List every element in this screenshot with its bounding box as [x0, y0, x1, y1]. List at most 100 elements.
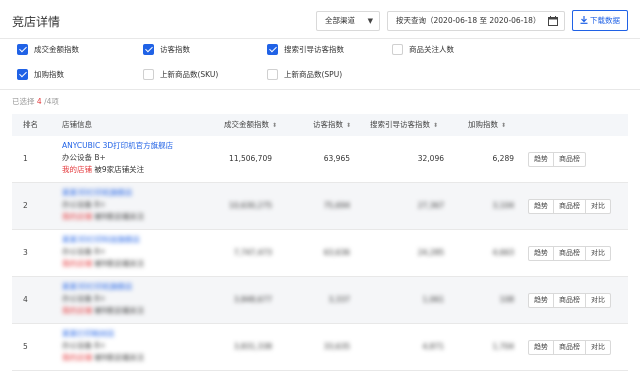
- col-cart-index[interactable]: 加购指数 ⬍: [468, 114, 506, 136]
- download-icon: [580, 16, 588, 24]
- table-row: 4 某某3D打印机旗舰店 办公设备 B+ 我的店铺 被9家店铺关注 3,848,…: [12, 277, 628, 324]
- metric-option-label: 商品关注人数: [409, 45, 454, 54]
- cart-index-cell: 4,663: [492, 248, 514, 257]
- caret-down-icon: ▼: [367, 17, 373, 25]
- visitor-index-cell: 63,965: [323, 154, 350, 163]
- compare-button[interactable]: 对比: [586, 200, 610, 213]
- trend-button[interactable]: 趋势: [529, 294, 554, 307]
- compare-button[interactable]: 对比: [586, 341, 610, 354]
- trend-button[interactable]: 趋势: [529, 200, 554, 213]
- sort-icon[interactable]: ⬍: [433, 122, 438, 129]
- checkbox-unchecked-icon[interactable]: [392, 44, 403, 55]
- visitor-index-cell: 75,694: [323, 201, 350, 210]
- search-visitor-index-cell: 4,871: [422, 342, 444, 351]
- checkbox-checked-icon[interactable]: [17, 69, 28, 80]
- search-visitor-index-cell: 32,096: [417, 154, 444, 163]
- checkbox-unchecked-icon[interactable]: [143, 69, 154, 80]
- row-actions: 趋势 商品榜 对比: [528, 293, 611, 308]
- date-range-value: 按天查询（2020-06-18 至 2020-06-18）: [396, 16, 541, 25]
- download-button-label: 下载数据: [590, 16, 620, 25]
- shop-follow-info: 我的店铺 被9家店铺关注: [62, 259, 145, 268]
- product-rank-button[interactable]: 商品榜: [554, 341, 586, 354]
- table-row: 2 某某3D打印机旗舰店 办公设备 B+ 我的店铺 被9家店铺关注 10,630…: [12, 183, 628, 230]
- shop-follow-info: 我的店铺 被9家店铺关注: [62, 353, 145, 362]
- visitor-index-cell: 33,635: [323, 342, 350, 351]
- row-actions: 趋势 商品榜 对比: [528, 246, 611, 261]
- table-row: 5 某某打印耗材店 办公设备 B+ 我的店铺 被9家店铺关注 3,831,338…: [12, 324, 628, 371]
- table-row: 3 某某3D打印科技旗舰店 办公设备 B+ 我的店铺 被9家店铺关注 7,747…: [12, 230, 628, 277]
- metric-option-label: 加购指数: [34, 70, 64, 79]
- cart-index-cell: 1,704: [492, 342, 514, 351]
- page-title: 竞店详情: [12, 15, 61, 29]
- col-visitor-index[interactable]: 访客指数 ⬍: [313, 114, 351, 136]
- shop-name-link[interactable]: ANYCUBIC 3D打印机官方旗舰店: [62, 140, 173, 151]
- shop-category: 办公设备 B+: [62, 294, 106, 303]
- calendar-icon: [548, 16, 558, 26]
- shop-category: 办公设备 B+: [62, 341, 106, 350]
- search-visitor-index-cell: 1,061: [422, 295, 444, 304]
- search-visitor-index-cell: 24,285: [417, 248, 444, 257]
- cart-index-cell: 6,289: [492, 154, 514, 163]
- col-rank: 排名: [23, 120, 38, 129]
- product-rank-button[interactable]: 商品榜: [554, 294, 586, 307]
- col-sales-index[interactable]: 成交金额指数 ⬍: [224, 114, 277, 136]
- metric-option-label: 上新商品数(SKU): [160, 70, 219, 79]
- shop-category: 办公设备 B+: [62, 153, 106, 162]
- rank-cell: 5: [23, 342, 28, 351]
- table-row: 1 ANYCUBIC 3D打印机官方旗舰店 办公设备 B+ 我的店铺 被9家店铺…: [12, 136, 628, 183]
- visitor-index-cell: 3,337: [328, 295, 350, 304]
- metric-option-label: 搜索引导访客指数: [284, 45, 344, 54]
- shop-name-link[interactable]: 某某3D打印机旗舰店: [62, 187, 133, 198]
- shop-name-link[interactable]: 某某3D打印机旗舰店: [62, 281, 133, 292]
- metric-option-label: 上新商品数(SPU): [284, 70, 343, 79]
- header-divider: [0, 38, 640, 39]
- shop-name-link[interactable]: 某某打印耗材店: [62, 328, 115, 339]
- metric-option-label: 成交金额指数: [34, 45, 79, 54]
- row-actions: 趋势 商品榜 对比: [528, 340, 611, 355]
- sort-icon[interactable]: ⬍: [272, 122, 277, 129]
- row-actions: 趋势 商品榜: [528, 152, 586, 167]
- sales-index-cell: 7,747,473: [233, 248, 272, 257]
- sales-index-cell: 10,630,275: [229, 201, 272, 210]
- checkbox-checked-icon[interactable]: [143, 44, 154, 55]
- metric-option-label: 访客指数: [160, 45, 190, 54]
- shop-follow-info: 我的店铺 被9家店铺关注: [62, 306, 145, 315]
- options-divider: [0, 89, 640, 90]
- header: 竞店详情 全部渠道 ▼ 按天查询（2020-06-18 至 2020-06-18…: [0, 0, 640, 38]
- compare-button[interactable]: 对比: [586, 247, 610, 260]
- shop-follow-info: 我的店铺 被9家店铺关注: [62, 165, 145, 174]
- product-rank-button[interactable]: 商品榜: [554, 200, 586, 213]
- product-rank-button[interactable]: 商品榜: [554, 247, 586, 260]
- shop-follow-info: 我的店铺 被9家店铺关注: [62, 212, 145, 221]
- col-shop-info: 店铺信息: [62, 120, 92, 129]
- rank-cell: 3: [23, 248, 28, 257]
- date-range-picker[interactable]: 按天查询（2020-06-18 至 2020-06-18）: [387, 11, 565, 31]
- shop-category: 办公设备 B+: [62, 247, 106, 256]
- rank-cell: 2: [23, 201, 28, 210]
- compare-button[interactable]: 对比: [586, 294, 610, 307]
- checkbox-checked-icon[interactable]: [267, 44, 278, 55]
- cart-index-cell: 108: [499, 295, 514, 304]
- checkbox-unchecked-icon[interactable]: [267, 69, 278, 80]
- sort-icon[interactable]: ⬍: [346, 122, 351, 129]
- rank-cell: 1: [23, 154, 28, 163]
- channel-select[interactable]: 全部渠道 ▼: [316, 11, 380, 31]
- product-rank-button[interactable]: 商品榜: [554, 153, 585, 166]
- col-search-visitor-index[interactable]: 搜索引导访客指数 ⬍: [370, 114, 438, 136]
- download-data-button[interactable]: 下载数据: [572, 10, 628, 31]
- shop-category: 办公设备 B+: [62, 200, 106, 209]
- sort-icon[interactable]: ⬍: [501, 122, 506, 129]
- checkbox-checked-icon[interactable]: [17, 44, 28, 55]
- channel-select-value: 全部渠道: [325, 16, 355, 25]
- trend-button[interactable]: 趋势: [529, 153, 554, 166]
- trend-button[interactable]: 趋势: [529, 247, 554, 260]
- sales-index-cell: 11,506,709: [229, 154, 272, 163]
- visitor-index-cell: 63,636: [323, 248, 350, 257]
- sales-index-cell: 3,831,338: [233, 342, 272, 351]
- rank-cell: 4: [23, 295, 28, 304]
- sales-index-cell: 3,848,677: [233, 295, 272, 304]
- table-header: 排名 店铺信息 成交金额指数 ⬍ 访客指数 ⬍ 搜索引导访客指数 ⬍ 加购指数 ⬍: [12, 114, 628, 136]
- selected-count: 已选择 4 /4项: [12, 97, 59, 106]
- trend-button[interactable]: 趋势: [529, 341, 554, 354]
- shop-name-link[interactable]: 某某3D打印科技旗舰店: [62, 234, 140, 245]
